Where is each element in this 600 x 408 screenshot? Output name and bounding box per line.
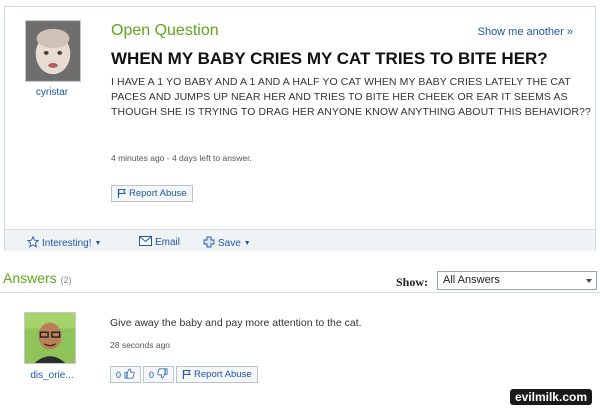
asker-username[interactable]: cyristar [19, 87, 85, 98]
answer-meta: 28 seconds ago [110, 340, 171, 350]
save-label: Save [218, 238, 241, 249]
email-button[interactable]: Email [139, 236, 180, 249]
watermark: evilmilk.com [509, 389, 592, 405]
show-filter-label: Show: [396, 275, 429, 289]
question-meta: 4 minutes ago - 4 days left to answer. [111, 153, 252, 163]
star-icon [26, 235, 40, 251]
open-question-label: Open Question [111, 22, 219, 39]
answer-report-abuse-button[interactable]: Report Abuse [176, 366, 258, 383]
answers-heading: Answers (2) [3, 270, 72, 286]
interesting-label: Interesting! [42, 238, 92, 249]
answers-title: Answers [3, 270, 57, 286]
answers-filter-value: All Answers [443, 274, 500, 286]
flag-icon [182, 370, 191, 379]
save-button[interactable]: Save ▼ [203, 236, 251, 251]
question-toolbar: Interesting! ▼ Email Save ▼ [5, 229, 595, 251]
answerer-username[interactable]: dis_orie... [16, 370, 88, 381]
chevron-down-icon [586, 279, 592, 283]
question-report-abuse-button[interactable]: Report Abuse [111, 185, 193, 202]
report-abuse-label: Report Abuse [129, 188, 187, 199]
answer-text: Give away the baby and pay more attentio… [110, 317, 362, 329]
chevron-down-icon: ▼ [243, 240, 251, 247]
thumbs-up-button[interactable]: 0 [110, 366, 142, 383]
answerer-avatar[interactable] [24, 312, 76, 364]
answers-filter-select[interactable]: All Answers [437, 271, 597, 290]
thumbs-down-icon [157, 368, 168, 381]
envelope-icon [139, 236, 152, 249]
thumbs-down-button[interactable]: 0 [143, 366, 175, 383]
email-label: Email [155, 237, 181, 248]
thumbs-up-icon [124, 368, 135, 381]
question-panel: cyristar Open Question Show me another »… [4, 6, 596, 251]
flag-icon [117, 189, 126, 198]
answer-actions: 0 0 Report Abuse [110, 366, 258, 383]
chevron-down-icon: ▼ [94, 240, 102, 247]
asker-avatar[interactable] [25, 20, 81, 82]
interesting-button[interactable]: Interesting! ▼ [26, 235, 102, 251]
question-title: WHEN MY BABY CRIES MY CAT TRIES TO BITE … [111, 49, 548, 68]
answers-count: (2) [60, 275, 72, 285]
divider [0, 292, 600, 293]
plus-icon [203, 236, 215, 251]
answer-item: dis_orie... Give away the baby and pay m… [4, 300, 596, 400]
show-another-link[interactable]: Show me another » [478, 26, 573, 38]
thumbs-down-count: 0 [149, 369, 155, 380]
thumbs-up-count: 0 [116, 369, 122, 380]
report-abuse-label: Report Abuse [194, 369, 252, 380]
question-body: I HAVE A 1 YO BABY AND A 1 AND A HALF YO… [111, 76, 591, 118]
